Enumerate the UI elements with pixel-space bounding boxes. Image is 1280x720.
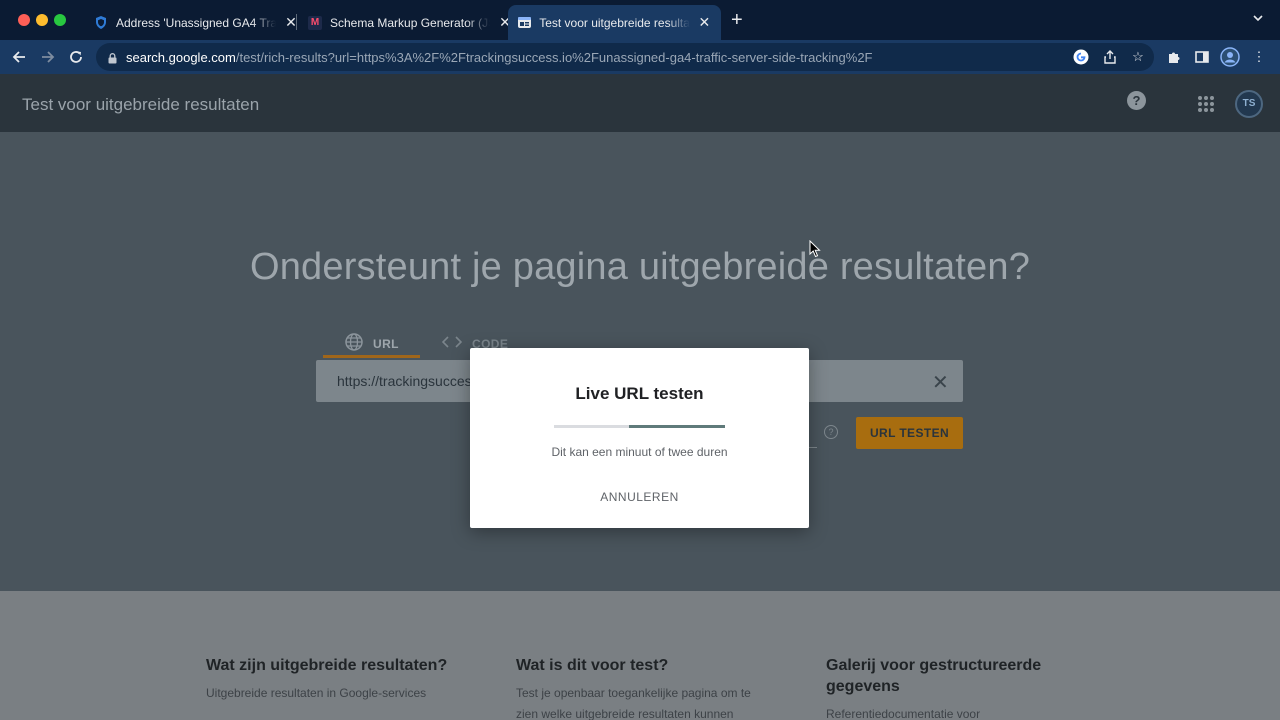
info-heading: Wat zijn uitgebreide resultaten?: [206, 657, 448, 674]
page-headline: Ondersteunt je pagina uitgebreide result…: [249, 246, 1031, 288]
dialog-title: Live URL testen: [575, 384, 704, 403]
share-icon[interactable]: [1100, 47, 1120, 67]
info-heading: Wat is dit voor test?: [516, 657, 669, 674]
help-icon[interactable]: ?: [1127, 91, 1146, 110]
info-column: Wat zijn uitgebreide resultaten? Uitgebr…: [206, 655, 466, 704]
app-bar: Test voor uitgebreide resultaten: [0, 74, 1280, 132]
browser-tab-rich-results[interactable]: Test voor uitgebreide resultaten ✕: [508, 5, 721, 40]
google-lens-icon[interactable]: [1071, 47, 1091, 67]
browser-toolbar: search.google.com/test/rich-results?url=…: [0, 40, 1280, 74]
minimize-window-button[interactable]: [36, 14, 48, 26]
progress-bar-fill: [629, 425, 725, 428]
url-host: search.google.com: [126, 49, 236, 65]
forward-arrow-icon[interactable]: [37, 46, 59, 68]
bookmark-star-icon[interactable]: ☆: [1128, 47, 1148, 67]
info-column: Galerij voor gestructureerde gegevens Re…: [826, 655, 1086, 720]
apps-grid-icon[interactable]: [1198, 96, 1214, 112]
info-text: Uitgebreide resultaten in Google-service…: [206, 686, 427, 700]
info-text: Test je openbaar toegankelijke pagina om…: [516, 686, 751, 720]
live-test-dialog: Live URL testen Dit kan een minuut of tw…: [470, 348, 809, 528]
zoom-window-button[interactable]: [54, 14, 66, 26]
code-brackets-icon: [441, 335, 463, 354]
tab-title: Schema Markup Generator (JSON-LD): [330, 15, 490, 30]
info-heading: Galerij voor gestructureerde gegevens: [826, 657, 1042, 695]
tab-title: Address 'Unassigned GA4 Traffic: [116, 15, 276, 30]
url-path: /test/rich-results?url=https%3A%2F%2Ftra…: [235, 49, 873, 65]
cancel-button[interactable]: ANNULEREN: [589, 486, 690, 508]
account-avatar[interactable]: TS: [1235, 90, 1263, 118]
browser-tab-bar: Address 'Unassigned GA4 Traffic ✕ M Sche…: [0, 0, 1280, 40]
reload-icon[interactable]: [65, 46, 87, 68]
mouse-cursor-icon: [809, 240, 821, 258]
lock-icon[interactable]: [108, 52, 117, 64]
info-text: Referentiedocumentatie voor: [826, 707, 981, 720]
side-panel-icon[interactable]: [1192, 47, 1212, 67]
active-tab-indicator: [323, 355, 420, 358]
extensions-puzzle-icon[interactable]: [1164, 47, 1184, 67]
app-title: Test voor uitgebreide resultaten: [22, 95, 260, 114]
tab-url[interactable]: URL: [345, 330, 399, 358]
browser-menu-icon[interactable]: ⋮: [1249, 47, 1269, 67]
profile-avatar-icon[interactable]: [1220, 47, 1240, 67]
progress-bar: [554, 425, 725, 428]
close-window-button[interactable]: [18, 14, 30, 26]
address-bar[interactable]: search.google.com/test/rich-results?url=…: [96, 43, 1154, 71]
close-tab-icon[interactable]: ✕: [698, 14, 711, 31]
new-tab-icon[interactable]: +: [731, 10, 743, 30]
globe-icon: [345, 332, 363, 356]
dialog-subtitle: Dit kan een minuut of twee duren: [551, 445, 728, 459]
test-url-button[interactable]: URL TESTEN: [856, 417, 963, 449]
chevron-down-icon[interactable]: [1252, 12, 1264, 27]
shield-icon: [94, 16, 108, 30]
rich-results-icon: [518, 16, 532, 30]
tab-url-label: URL: [373, 337, 399, 351]
browser-tab-schema[interactable]: M Schema Markup Generator (JSON-LD) ✕: [298, 5, 522, 40]
tab-title: Test voor uitgebreide resultaten: [539, 15, 690, 30]
info-column: Wat is dit voor test? Test je openbaar t…: [516, 655, 776, 720]
back-arrow-icon[interactable]: [8, 46, 30, 68]
clear-input-icon[interactable]: ✕: [932, 370, 949, 395]
browser-tab-ga4[interactable]: Address 'Unassigned GA4 Traffic ✕: [84, 5, 308, 40]
m-logo-icon: M: [308, 15, 322, 30]
tab-separator: [296, 14, 297, 30]
agent-help-icon[interactable]: ?: [824, 425, 838, 439]
